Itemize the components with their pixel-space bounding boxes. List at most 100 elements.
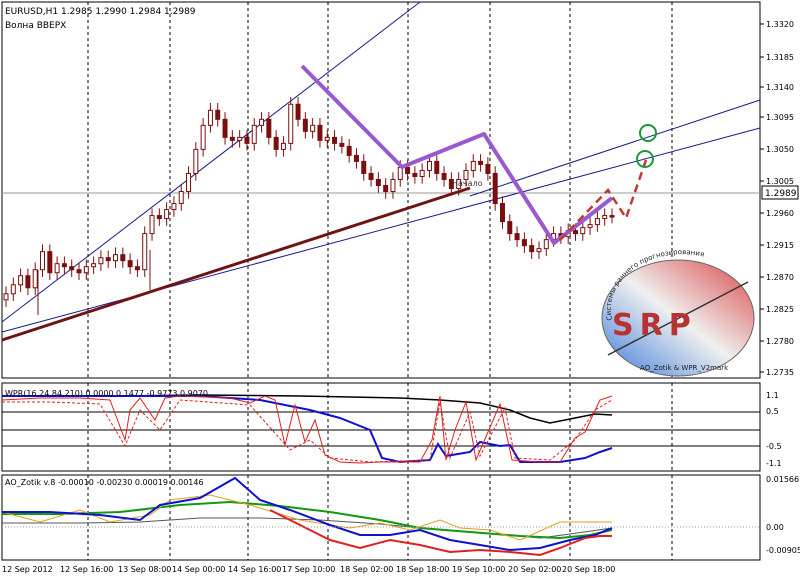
candle-body [229,136,235,141]
candle-body [18,275,24,286]
candle-body [40,251,46,271]
ao-tick: 0.00 [766,523,784,532]
candle-body [10,284,16,295]
price-tick: 1.3005 [766,177,794,186]
current-price-label: 1.2989 [765,189,797,199]
candle-body [178,191,184,205]
candle-body [536,248,542,253]
candle-body [478,160,484,165]
price-tick: 1.2735 [766,368,794,377]
candle-body [295,103,301,120]
candle-body [91,263,97,268]
candle-body [251,124,257,144]
price-tick: 1.2915 [766,241,794,250]
candle-body [127,260,133,268]
candle-body [54,263,60,274]
candle-body [3,293,9,301]
candle-body [266,118,272,138]
candle-body [76,269,82,274]
candle-body [594,218,600,226]
candle-body [200,124,206,150]
candle-body [580,227,586,235]
price-tick: 1.3050 [766,145,794,154]
ao-label: AO_Zotik v.8 -0.00010 -0.00230 0.00019 0… [5,478,204,487]
candle-body [142,233,148,271]
candle-body [222,118,228,138]
candle-body [207,109,213,126]
candle-body [302,118,308,132]
candle-body [602,215,608,220]
price-tick: 1.2960 [766,209,794,218]
candle-body [397,166,403,180]
candle-body [61,263,67,268]
candle-body [317,124,323,141]
ao-tick: 0.01566 [766,475,799,484]
candle-body [383,184,389,193]
price-tick: 1.3140 [766,83,794,92]
candle-body [120,254,126,262]
time-label: 14 Sep 16:00 [228,565,281,574]
candle-body [171,203,177,211]
candle-body [186,172,192,193]
price-tick: 1.3320 [766,20,794,29]
candle-body [324,136,330,141]
time-label: 20 Sep 18:00 [562,565,615,574]
candle-body [164,209,170,220]
candle-body [105,257,111,262]
time-label: 12 Sep 16:00 [60,565,113,574]
price-tick: 1.2870 [766,273,794,282]
candle-body [485,163,491,174]
candle-body [543,239,549,250]
time-label: 14 Sep 00:00 [172,565,225,574]
wave-label: Волна ВВЕРХ [5,21,66,31]
candle-body [609,215,615,218]
candle-body [368,172,374,180]
wpr-tick: -0.5 [766,442,782,451]
candle-body [521,239,527,247]
candle-body [529,245,535,253]
time-label: 19 Sep 10:00 [452,565,505,574]
candle-body [69,266,75,271]
time-label: 18 Sep 18:00 [396,565,449,574]
candle-body [375,178,381,186]
time-label: 17 Sep 10:00 [282,565,335,574]
candle-body [193,148,199,174]
time-axis: 12 Sep 2012 12 Sep 16:00 13 Sep 08:00 14 Se… [2,565,615,574]
time-label: 12 Sep 2012 [2,565,53,574]
forex-chart: 1.3320 1.3185 1.3140 1.3095 1.3050 1.3005 1.29… [0,0,800,576]
candle-body [156,215,162,220]
candle-body [215,109,221,120]
start-annotation: Начало [452,179,483,188]
candle-body [244,136,250,144]
candle-body [310,124,316,132]
price-tick: 1.3185 [766,53,794,62]
candle-body [113,254,119,262]
candle-body [346,145,352,156]
candle-body [32,269,38,289]
candle-body [83,266,89,274]
price-tick: 1.3095 [766,113,794,122]
candle-body [134,266,140,271]
candle-body [25,275,31,289]
candle-body [149,215,155,235]
candle-body [514,233,520,241]
candle-body [280,142,286,150]
wpr-label: WPR(16,24,84,210) 0.0000 0.1477 -0.9773 … [5,389,208,398]
candle-body [507,221,513,235]
wpr-tick: -1.1 [766,459,782,468]
candle-body [390,178,396,193]
candle-body [361,160,367,174]
logo-letters: SRP [612,308,697,343]
price-tick: 1.2780 [766,337,794,346]
time-label: 13 Sep 08:00 [118,565,171,574]
symbol-header: EURUSD,H1 1.2985 1.2990 1.2984 1.2989 [5,7,196,17]
candle-body [332,136,338,144]
ao-tick: -0.00905 [766,546,800,555]
candle-body [441,172,447,180]
candle-body [273,136,279,150]
candle-body [412,172,418,177]
candle-body [434,160,440,174]
candle-body [405,166,411,174]
candle-body [237,136,243,141]
candle-body [353,154,359,162]
